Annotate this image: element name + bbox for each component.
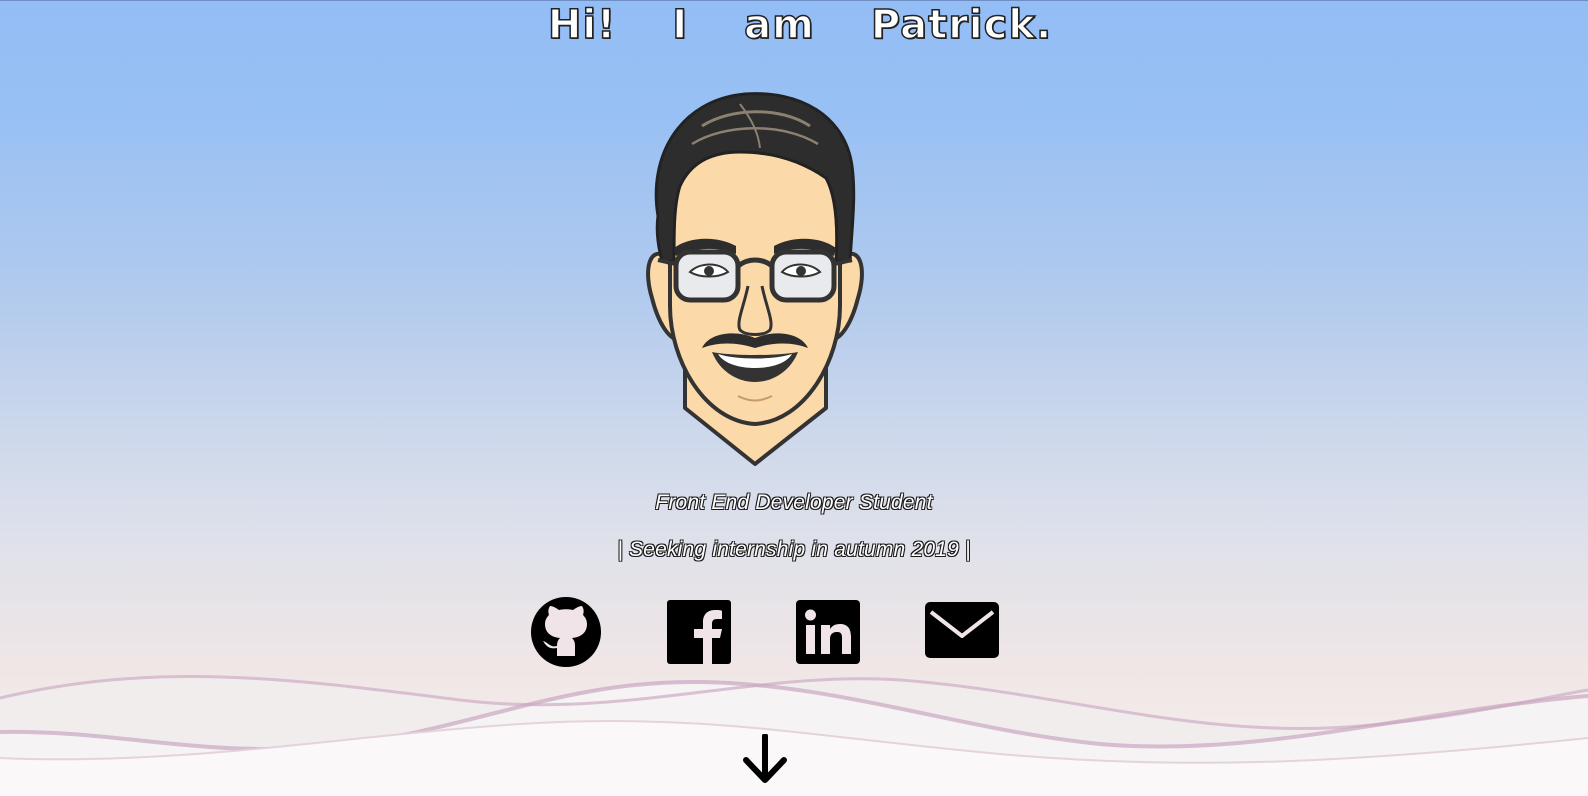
title-word-i: I: [672, 1, 689, 49]
subtitle-role: Front End Developer Student: [655, 491, 933, 514]
title-word-hi: Hi!: [547, 1, 617, 49]
wave-decoration: [0, 675, 1588, 796]
arrow-down-icon: [743, 733, 787, 783]
title-word-name: Patrick.: [870, 1, 1053, 49]
subtitle-status: | Seeking internship in autumn 2019 |: [617, 538, 971, 561]
hero-title: Hi! I am Patrick.: [0, 0, 1588, 50]
title-word-am: am: [743, 1, 815, 49]
avatar-portrait: [646, 92, 864, 466]
scroll-down-button[interactable]: [740, 733, 790, 786]
